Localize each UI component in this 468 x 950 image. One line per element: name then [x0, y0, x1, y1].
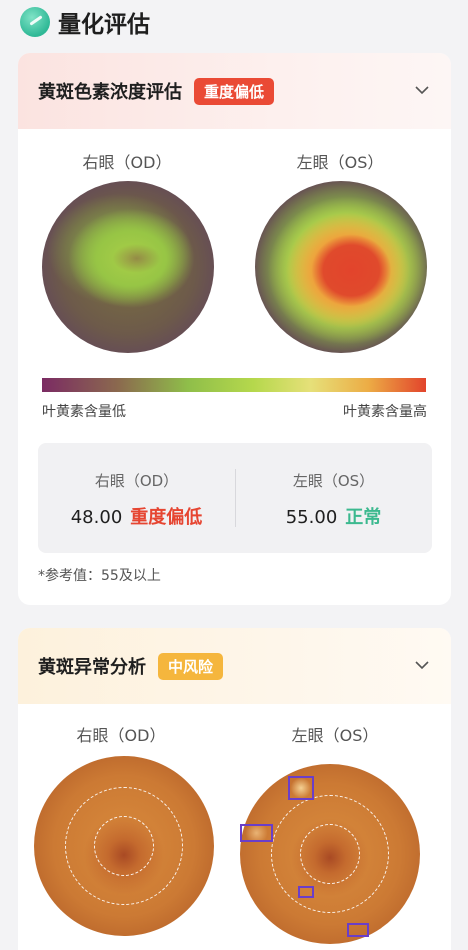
os-heatmap-image [255, 181, 427, 353]
chevron-down-icon[interactable] [415, 83, 429, 97]
od-fundus-image [34, 756, 214, 936]
section-header: 量化评估 [20, 6, 150, 38]
os-label: 左眼（OS） [296, 153, 384, 172]
os-stat: 左眼（OS） 55.00 正常 [235, 443, 432, 553]
pigment-card-header[interactable]: 黄斑色素浓度评估 重度偏低 [18, 53, 451, 129]
lesion-marker[interactable] [288, 776, 314, 800]
macula-card-title: 黄斑异常分析 [38, 657, 146, 678]
os-stat-label: 左眼（OS） [292, 472, 375, 490]
macula-analysis-card: 黄斑异常分析 中风险 右眼（OD） 左眼（OS） [18, 628, 451, 950]
pigment-density-card: 黄斑色素浓度评估 重度偏低 右眼（OD） 左眼（OS） 叶黄素含量低 叶黄素含量… [18, 53, 451, 605]
od-stat: 右眼（OD） 48.00 重度偏低 [38, 443, 235, 553]
section-title: 量化评估 [58, 12, 150, 38]
pigment-card-title: 黄斑色素浓度评估 [38, 82, 182, 103]
os-label: 左眼（OS） [291, 726, 379, 745]
os-fundus-image [240, 764, 420, 944]
macula-card-header[interactable]: 黄斑异常分析 中风险 [18, 628, 451, 704]
od-label: 右眼（OD） [82, 153, 172, 172]
lesion-marker[interactable] [298, 886, 314, 898]
od-label: 右眼（OD） [76, 726, 166, 745]
inner-zone-ring [300, 824, 360, 884]
chevron-down-icon[interactable] [415, 658, 429, 672]
od-stat-label: 右眼（OD） [94, 472, 179, 490]
density-scale-bar [42, 378, 426, 392]
pigment-status-badge: 重度偏低 [194, 77, 275, 105]
reference-note: *参考值：55及以上 [38, 568, 161, 584]
od-stat-status: 重度偏低 [130, 507, 203, 528]
circle-check-icon [20, 7, 50, 37]
inner-zone-ring [94, 816, 154, 876]
lesion-marker[interactable] [240, 824, 273, 842]
os-stat-status: 正常 [345, 507, 382, 528]
od-heatmap-image [42, 181, 214, 353]
macula-risk-badge: 中风险 [158, 652, 224, 680]
scale-high-label: 叶黄素含量高 [343, 404, 427, 420]
od-stat-value: 48.00 [70, 507, 123, 528]
lesion-marker[interactable] [347, 923, 369, 937]
density-stats-box: 右眼（OD） 48.00 重度偏低 左眼（OS） 55.00 正常 [38, 443, 432, 553]
scale-low-label: 叶黄素含量低 [42, 404, 126, 420]
os-stat-value: 55.00 [285, 507, 338, 528]
